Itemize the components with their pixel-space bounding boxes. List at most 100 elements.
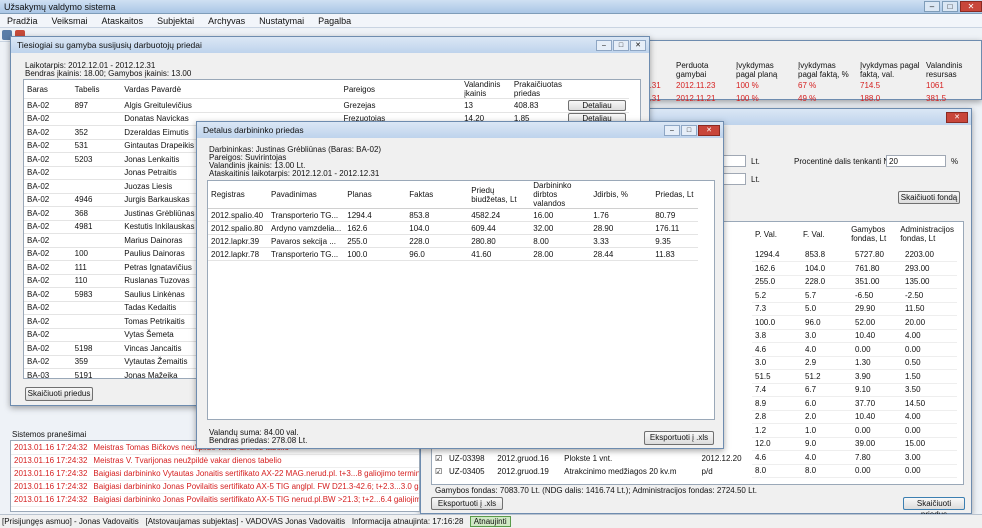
close-icon[interactable]: ✕ bbox=[960, 1, 982, 12]
row-checkbox[interactable]: ☑ bbox=[432, 452, 446, 465]
cell: 162.6 bbox=[347, 223, 368, 233]
export-xls-button[interactable]: Eksportuoti į .xls bbox=[644, 431, 714, 445]
table-row[interactable]: 8.9 6.0 37.70 14.50 bbox=[752, 397, 957, 410]
log-time: 2013.01.16 17:24:32 bbox=[14, 442, 88, 452]
cell: BA-02 bbox=[27, 208, 50, 218]
cell: 100 bbox=[74, 249, 88, 259]
cell: 2012.lapkr.39 bbox=[211, 236, 260, 246]
table-row[interactable]: 7.4 6.7 9.10 3.50 bbox=[752, 383, 957, 397]
pct-label: Procentinė dalis tenkanti NG: bbox=[794, 157, 898, 166]
cell: 111 bbox=[74, 262, 87, 272]
detail-grid: Registras Pavadinimas Planas Faktas Prie… bbox=[207, 180, 715, 420]
cell: 32.00 bbox=[533, 223, 554, 233]
orders-rows: ☑ UZ-03398 2012.gruod.16 Plokste 1 vnt. 2012… bbox=[432, 452, 752, 478]
cell: Detaliau bbox=[565, 99, 629, 113]
col-header: Priedas, Lt bbox=[655, 190, 694, 199]
cell bbox=[72, 166, 122, 180]
report-period: Ataskaitinis laikotarpis: 2012.12.01 - 2… bbox=[209, 169, 380, 178]
col-header: Įvykdymas pagal faktą, val. bbox=[860, 61, 920, 79]
menu-item[interactable]: Ataskaitos bbox=[95, 16, 151, 26]
cell: BA-02 bbox=[27, 330, 50, 340]
cell: 4582.24 bbox=[471, 210, 501, 220]
table-row[interactable]: 5.2 5.7 -6.50 -2.50 bbox=[752, 289, 957, 302]
minimize-icon[interactable]: – bbox=[664, 124, 680, 136]
cell: 9.0 bbox=[805, 439, 817, 449]
table-row[interactable]: 4.6 4.0 0.00 0.00 bbox=[752, 343, 957, 356]
cell: 4.0 bbox=[805, 344, 817, 354]
table-row[interactable]: 1294.4 853.8 5727.80 2203.00 bbox=[752, 248, 957, 262]
cell: 352 bbox=[74, 127, 88, 137]
cell: 162.6 bbox=[755, 263, 776, 273]
maximize-icon[interactable]: □ bbox=[942, 1, 958, 12]
calc-fund-button[interactable]: Skaičiuoti fondą bbox=[898, 191, 960, 204]
cell: 51.2 bbox=[805, 371, 821, 381]
table-row[interactable]: 2012.lapkr.39 Pavaros sekcija ... 255.0 228… bbox=[208, 235, 698, 248]
table-row[interactable]: 100.0 96.0 52.00 20.00 bbox=[752, 316, 957, 329]
cell: 4.6 bbox=[755, 452, 767, 462]
cell: 6.0 bbox=[805, 398, 817, 408]
table-row[interactable]: 1.2 1.0 0.00 0.00 bbox=[752, 424, 957, 437]
refresh-button[interactable]: Atnaujinti bbox=[469, 516, 511, 527]
menu-item[interactable]: Subjektai bbox=[150, 16, 201, 26]
cell: 6.7 bbox=[805, 385, 817, 395]
row-checkbox[interactable]: ☑ bbox=[432, 465, 446, 478]
cell: BA-02 bbox=[27, 276, 50, 286]
close-icon[interactable]: ✕ bbox=[630, 39, 646, 51]
bonus-total: Bendras priedas: 278.08 Lt. bbox=[209, 436, 308, 445]
table-row[interactable]: 12.0 9.0 39.00 15.00 bbox=[752, 437, 957, 451]
menu-item[interactable]: Veiksmai bbox=[45, 16, 95, 26]
cell: 100 % bbox=[736, 81, 759, 90]
cell: 15.00 bbox=[905, 439, 926, 449]
col-header: Valandinis įkainis bbox=[464, 80, 501, 98]
pct-input[interactable]: 20 bbox=[886, 155, 946, 167]
close-icon[interactable]: ✕ bbox=[698, 124, 720, 136]
table-row[interactable]: 3.0 2.9 1.30 0.50 bbox=[752, 356, 957, 370]
cell: 3.8 bbox=[755, 331, 767, 341]
cell: 188.0 bbox=[860, 94, 881, 103]
cell: 67 % bbox=[798, 81, 817, 90]
menubar: Pradžia Veiksmai Ataskaitos Subjektai Ar… bbox=[0, 14, 982, 28]
table-row[interactable]: 255.0 228.0 351.00 135.00 bbox=[752, 275, 957, 289]
table-row[interactable]: 2012.lapkr.78 Transporterio TG... 100.0 96.… bbox=[208, 248, 698, 261]
table-row[interactable]: 4.6 4.0 7.80 3.00 bbox=[752, 451, 957, 464]
cell bbox=[72, 112, 122, 126]
cell: 4981 bbox=[74, 222, 93, 232]
table-row[interactable]: 2012.spalio.40 Transporterio TG... 1294.4 8… bbox=[208, 209, 698, 222]
calc-bonus-button[interactable]: Skaičiuoti priedus bbox=[25, 387, 93, 401]
table-row[interactable]: 3.8 3.0 10.40 4.00 bbox=[752, 329, 957, 343]
cell: 104.0 bbox=[805, 263, 826, 273]
col-header: Prakaičiuotas priedas bbox=[513, 80, 562, 98]
table-row[interactable]: 7.3 5.0 29.90 11.50 bbox=[752, 302, 957, 316]
menu-item[interactable]: Pagalba bbox=[311, 16, 358, 26]
cell: 4.00 bbox=[905, 331, 921, 341]
maximize-icon[interactable]: □ bbox=[613, 39, 629, 51]
cell: Plokste 1 vnt. bbox=[564, 454, 613, 463]
cell: 228.0 bbox=[805, 277, 826, 287]
menu-item[interactable]: Archyvas bbox=[201, 16, 252, 26]
minimize-icon[interactable]: – bbox=[924, 1, 940, 12]
cell: 10.40 bbox=[855, 331, 876, 341]
calc-bonus-button[interactable]: Skaičiuoti priedus bbox=[903, 497, 965, 519]
minimize-icon[interactable]: – bbox=[596, 39, 612, 51]
cell bbox=[72, 180, 122, 194]
cell: Grezejas bbox=[343, 100, 376, 110]
maximize-icon[interactable]: □ bbox=[681, 124, 697, 136]
close-icon[interactable]: ✕ bbox=[946, 111, 968, 123]
export-xls-button[interactable]: Eksportuoti į .xls bbox=[431, 497, 503, 510]
cell: 5203 bbox=[74, 154, 93, 164]
detail-button[interactable]: Detaliau bbox=[568, 99, 626, 111]
table-row[interactable]: 51.5 51.2 3.90 1.50 bbox=[752, 370, 957, 383]
menu-item[interactable]: Pradžia bbox=[0, 16, 45, 26]
table-row[interactable]: 162.6 104.0 761.80 293.00 bbox=[752, 262, 957, 275]
table-row[interactable]: 2012.spalio.80 Ardyno vamzdelia... 162.6 10… bbox=[208, 222, 698, 235]
table-row[interactable]: BA-02 897 Algis Greituleviči­us Grezejas 13 4… bbox=[24, 98, 629, 113]
cell: Transporterio TG... bbox=[271, 210, 339, 220]
menu-item[interactable]: Nustatymai bbox=[252, 16, 311, 26]
table-row[interactable]: 8.0 8.0 0.00 0.00 bbox=[752, 464, 957, 478]
orders-window: mo Perduota gamybai Įvykdymas pagal plan… bbox=[630, 40, 982, 103]
cell: 28.00 bbox=[533, 249, 554, 259]
table-row[interactable]: 2.8 2.0 10.40 4.00 bbox=[752, 410, 957, 424]
cell: 255.0 bbox=[347, 236, 368, 246]
cell: 2012.lapkr.78 bbox=[211, 249, 260, 259]
cell: 853.8 bbox=[409, 210, 430, 220]
